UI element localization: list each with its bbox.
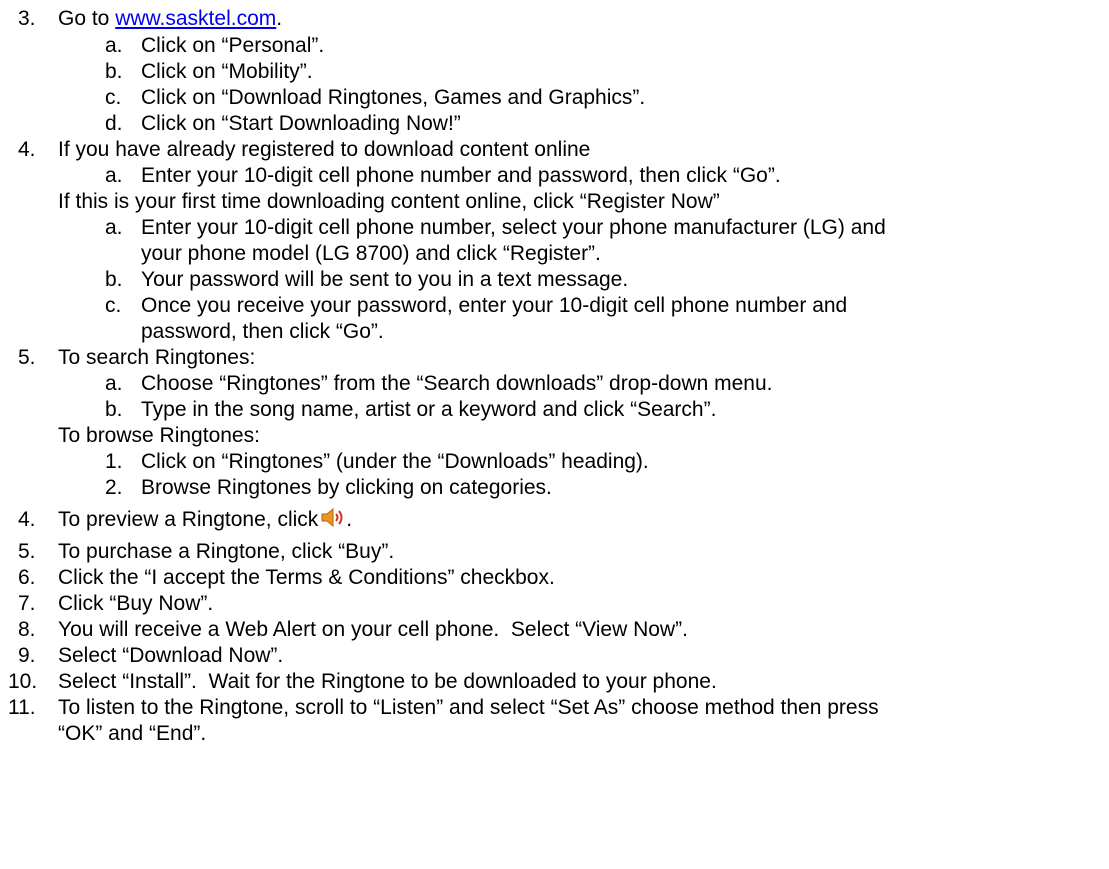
step-text: Select “Install”. Wait for the Ringtone … — [58, 670, 717, 693]
step-number: 4. — [18, 508, 36, 531]
substep-letter: c. — [105, 294, 122, 317]
step-number: 11. — [8, 696, 36, 719]
substep-text: password, then click “Go”. — [141, 320, 384, 343]
step-text: To listen to the Ringtone, scroll to “Li… — [58, 696, 879, 719]
step-number: 8. — [18, 618, 36, 641]
substep-text: your phone model (LG 8700) and click “Re… — [141, 242, 601, 265]
step-text-suffix: . — [276, 7, 283, 30]
substep-text: Enter your 10-digit cell phone number an… — [141, 164, 781, 187]
substep-letter: b. — [105, 398, 123, 421]
substep-letter: b. — [105, 268, 123, 291]
substep-text: Enter your 10-digit cell phone number, s… — [141, 216, 886, 239]
step-text: Click “Buy Now”. — [58, 592, 214, 615]
step-text: To browse Ringtones: — [58, 424, 260, 447]
substep-text: Click on “Download Ringtones, Games and … — [141, 86, 646, 109]
substep-number: 2. — [105, 476, 123, 499]
step-text: To preview a Ringtone, click. — [58, 507, 352, 533]
step-text: Go to www.sasktel.com. — [58, 6, 282, 32]
step-text: To purchase a Ringtone, click “Buy”. — [58, 540, 395, 563]
document-page: 3. Go to www.sasktel.com. a. Click on “P… — [0, 0, 1109, 869]
step-number: 3. — [18, 7, 36, 30]
substep-letter: a. — [105, 372, 123, 395]
substep-text: Type in the song name, artist or a keywo… — [141, 398, 717, 421]
step-number: 10. — [8, 670, 38, 693]
step-text: To search Ringtones: — [58, 346, 256, 369]
step-number: 5. — [18, 346, 36, 369]
step-text: “OK” and “End”. — [58, 722, 207, 745]
substep-text: Once you receive your password, enter yo… — [141, 294, 848, 317]
sasktel-link[interactable]: www.sasktel.com — [115, 7, 276, 30]
step-text: Select “Download Now”. — [58, 644, 284, 667]
substep-text: Choose “Ringtones” from the “Search down… — [141, 372, 773, 395]
speaker-volume-icon — [320, 507, 346, 529]
substep-letter: a. — [105, 34, 123, 57]
step-text-prefix: To preview a Ringtone, click — [58, 508, 319, 531]
substep-letter: c. — [105, 86, 122, 109]
substep-letter: d. — [105, 112, 123, 135]
substep-text: Click on “Personal”. — [141, 34, 325, 57]
step-number: 9. — [18, 644, 36, 667]
substep-letter: a. — [105, 216, 123, 239]
substep-letter: b. — [105, 60, 123, 83]
step-number: 6. — [18, 566, 36, 589]
step-text: If you have already registered to downlo… — [58, 138, 591, 161]
step-number: 4. — [18, 138, 36, 161]
substep-text: Click on “Ringtones” (under the “Downloa… — [141, 450, 649, 473]
substep-number: 1. — [105, 450, 123, 473]
step-text-suffix: . — [346, 508, 353, 531]
substep-letter: a. — [105, 164, 123, 187]
step-text: If this is your first time downloading c… — [58, 190, 720, 213]
step-number: 7. — [18, 592, 36, 615]
step-text: You will receive a Web Alert on your cel… — [58, 618, 688, 641]
step-number: 5. — [18, 540, 36, 563]
substep-text: Click on “Start Downloading Now!” — [141, 112, 461, 135]
substep-text: Your password will be sent to you in a t… — [141, 268, 629, 291]
substep-text: Browse Ringtones by clicking on categori… — [141, 476, 552, 499]
step-text-prefix: Go to — [58, 7, 116, 30]
substep-text: Click on “Mobility”. — [141, 60, 313, 83]
step-text: Click the “I accept the Terms & Conditio… — [58, 566, 555, 589]
